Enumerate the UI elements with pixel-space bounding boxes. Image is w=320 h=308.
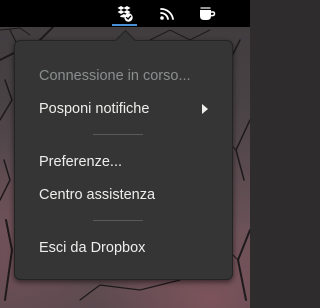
preferences-item[interactable]: Preferenze... (15, 147, 232, 177)
snooze-notifications-label: Posponi notifiche (39, 101, 150, 117)
coffee-cup-icon[interactable] (197, 3, 217, 23)
quit-dropbox-item[interactable]: Esci da Dropbox (15, 233, 232, 263)
dropbox-menu: Connessione in corso... Posponi notifich… (14, 40, 233, 280)
desktop-screen: Connessione in corso... Posponi notifich… (0, 0, 250, 308)
menu-separator (93, 134, 143, 135)
menu-separator (93, 220, 143, 221)
top-panel (0, 0, 250, 27)
submenu-arrow-icon (202, 104, 208, 114)
wifi-icon[interactable] (157, 3, 177, 23)
dropbox-icon[interactable] (114, 3, 134, 23)
connection-status: Connessione in corso... (39, 68, 191, 84)
active-indicator (112, 24, 137, 26)
help-center-item[interactable]: Centro assistenza (15, 180, 232, 210)
snooze-notifications-item[interactable]: Posponi notifiche (15, 94, 232, 124)
